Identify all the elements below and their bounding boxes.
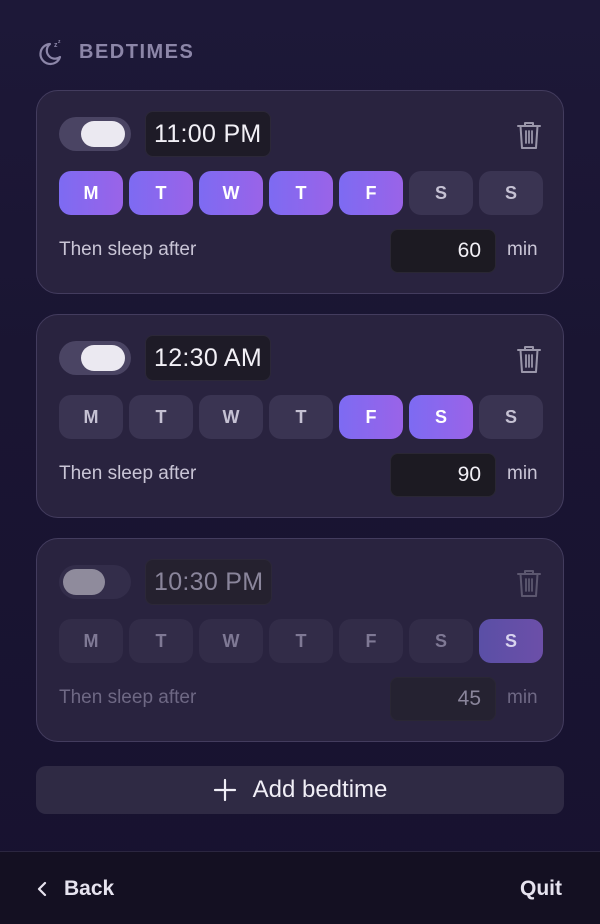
day-saturday[interactable]: S [409,171,473,215]
sleep-after-label: Then sleep after [59,687,197,708]
moon-zzz-icon: z z [39,39,62,66]
day-friday[interactable]: F [339,171,403,215]
day-wednesday[interactable]: W [199,171,263,215]
delete-bedtime-button[interactable] [515,567,543,599]
sleep-after-input[interactable]: 45 [390,677,496,721]
bedtime-time-field[interactable]: 12:30 AM [145,335,272,381]
plus-icon [213,778,236,802]
quit-button[interactable]: Quit [520,876,562,902]
delete-bedtime-button[interactable] [515,119,543,151]
trash-icon [517,570,541,597]
bedtime-enabled-toggle[interactable] [59,117,131,151]
sleep-after-input[interactable]: 60 [390,229,496,273]
toggle-knob [81,121,125,147]
day-monday[interactable]: M [59,171,123,215]
day-tuesday[interactable]: T [129,395,193,439]
bedtime-card: 11:00 PM M T W T F S S Then sleep after … [36,90,564,294]
svg-text:z: z [58,39,61,45]
sleep-after-unit: min [507,239,538,260]
sleep-after-input[interactable]: 90 [390,453,496,497]
add-bedtime-button[interactable]: Add bedtime [36,766,564,814]
bedtime-card: 10:30 PM M T W T F S S Then sleep after … [36,538,564,742]
day-thursday[interactable]: T [269,619,333,663]
toggle-knob [81,345,125,371]
sleep-after-unit: min [507,687,538,708]
day-tuesday[interactable]: T [129,171,193,215]
day-wednesday[interactable]: W [199,619,263,663]
weekday-selector: M T W T F S S [59,171,543,215]
section-title: BEDTIMES [79,40,195,63]
footer-bar: Back Quit [0,851,600,924]
bedtime-time-field[interactable]: 10:30 PM [145,559,273,605]
day-thursday[interactable]: T [269,171,333,215]
day-sunday[interactable]: S [479,395,543,439]
weekday-selector: M T W T F S S [59,395,543,439]
day-saturday[interactable]: S [409,395,473,439]
trash-icon [517,346,541,373]
add-bedtime-label: Add bedtime [252,776,388,803]
bedtime-enabled-toggle[interactable] [59,565,131,599]
day-thursday[interactable]: T [269,395,333,439]
header: z z BEDTIMES [37,38,194,66]
trash-icon [517,122,541,149]
bedtime-time-field[interactable]: 11:00 PM [145,111,271,157]
back-button[interactable]: Back [36,876,114,902]
day-tuesday[interactable]: T [129,619,193,663]
sleep-after-unit: min [507,463,538,484]
sleep-after-label: Then sleep after [59,239,197,260]
day-friday[interactable]: F [339,619,403,663]
bedtime-enabled-toggle[interactable] [59,341,131,375]
toggle-knob [63,569,105,595]
day-monday[interactable]: M [59,619,123,663]
delete-bedtime-button[interactable] [515,343,543,375]
day-saturday[interactable]: S [409,619,473,663]
chevron-left-icon [37,881,47,897]
day-friday[interactable]: F [339,395,403,439]
day-monday[interactable]: M [59,395,123,439]
day-sunday[interactable]: S [479,171,543,215]
sleep-after-label: Then sleep after [59,463,197,484]
back-label: Back [64,877,115,900]
day-sunday[interactable]: S [479,619,543,663]
weekday-selector: M T W T F S S [59,619,543,663]
bedtime-card: 12:30 AM M T W T F S S Then sleep after … [36,314,564,518]
day-wednesday[interactable]: W [199,395,263,439]
